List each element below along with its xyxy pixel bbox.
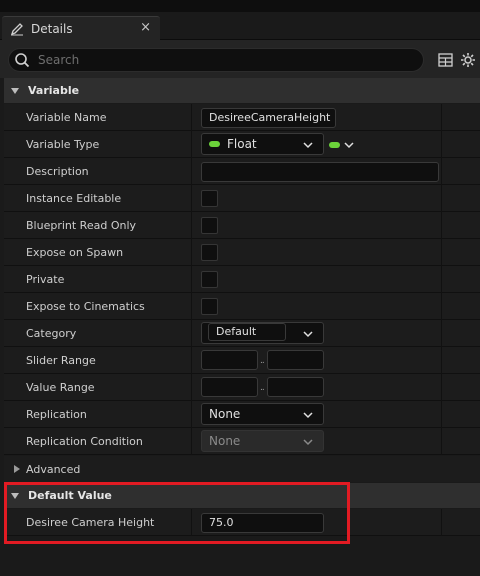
instance-editable-label: Instance Editable bbox=[26, 192, 122, 205]
top-strip bbox=[0, 0, 480, 12]
private-checkbox[interactable] bbox=[201, 271, 218, 288]
replication-condition-value: None bbox=[209, 434, 241, 448]
replication-condition-dropdown[interactable]: None bbox=[201, 430, 324, 452]
value-range-separator: .. bbox=[260, 383, 265, 393]
pencil-icon bbox=[8, 20, 26, 38]
expose-to-cinematics-label: Expose to Cinematics bbox=[26, 300, 145, 313]
instance-editable-checkbox[interactable] bbox=[201, 190, 218, 207]
row-slider-range: Slider Range .. bbox=[4, 347, 480, 374]
value-range-min-input[interactable] bbox=[201, 377, 258, 397]
section-default-value-title: Default Value bbox=[28, 489, 112, 502]
expose-on-spawn-checkbox[interactable] bbox=[201, 244, 218, 261]
chevron-down-icon bbox=[6, 87, 24, 95]
section-default-value[interactable]: Default Value bbox=[4, 483, 480, 508]
row-description: Description bbox=[4, 158, 480, 185]
replication-value: None bbox=[209, 407, 241, 421]
search-icon bbox=[12, 50, 32, 70]
tab-bar: Details × bbox=[0, 12, 480, 40]
value-range-max-input[interactable] bbox=[267, 377, 324, 397]
row-replication: Replication None bbox=[4, 401, 480, 428]
row-expose-to-cinematics: Expose to Cinematics bbox=[4, 293, 480, 320]
chevron-down-icon bbox=[344, 142, 354, 149]
expose-on-spawn-label: Expose on Spawn bbox=[26, 246, 124, 259]
section-variable[interactable]: Variable bbox=[4, 78, 480, 103]
slider-range-max-input[interactable] bbox=[267, 350, 324, 370]
replication-condition-label: Replication Condition bbox=[26, 435, 143, 448]
row-variable-type: Variable Type Float bbox=[4, 131, 480, 158]
private-label: Private bbox=[26, 273, 65, 286]
section-advanced-title: Advanced bbox=[26, 462, 81, 476]
variable-name-label: Variable Name bbox=[26, 111, 107, 124]
row-blueprint-read-only: Blueprint Read Only bbox=[4, 212, 480, 239]
search-input[interactable] bbox=[38, 53, 408, 67]
replication-dropdown[interactable]: None bbox=[201, 403, 324, 425]
variable-rows: Variable Name DesireeCameraHeight Variab… bbox=[4, 104, 480, 455]
default-value-rows: Desiree Camera Height 75.0 bbox=[4, 509, 480, 536]
slider-range-min-input[interactable] bbox=[201, 350, 258, 370]
desiree-camera-height-label: Desiree Camera Height bbox=[26, 516, 155, 529]
blueprint-read-only-checkbox[interactable] bbox=[201, 217, 218, 234]
tab-details[interactable]: Details × bbox=[2, 16, 160, 40]
category-dropdown[interactable]: Default bbox=[201, 322, 324, 344]
section-advanced[interactable]: Advanced bbox=[4, 456, 480, 482]
search-row bbox=[0, 40, 480, 78]
row-value-range: Value Range .. bbox=[4, 374, 480, 401]
chevron-down-icon bbox=[303, 439, 313, 446]
table-icon[interactable] bbox=[436, 51, 454, 69]
chevron-down-icon bbox=[6, 492, 24, 500]
row-expose-on-spawn: Expose on Spawn bbox=[4, 239, 480, 266]
variable-type-value: Float bbox=[227, 137, 257, 151]
row-replication-condition: Replication Condition None bbox=[4, 428, 480, 455]
chevron-down-icon bbox=[303, 142, 313, 149]
close-icon[interactable]: × bbox=[140, 20, 151, 35]
row-variable-name: Variable Name DesireeCameraHeight bbox=[4, 104, 480, 131]
row-desiree-camera-height: Desiree Camera Height 75.0 bbox=[4, 509, 480, 536]
blueprint-read-only-label: Blueprint Read Only bbox=[26, 219, 137, 232]
variable-type-label: Variable Type bbox=[26, 138, 100, 151]
search-box[interactable] bbox=[8, 48, 424, 72]
variable-type-dropdown[interactable]: Float bbox=[201, 133, 324, 155]
desiree-camera-height-input[interactable]: 75.0 bbox=[201, 513, 324, 533]
description-input[interactable] bbox=[201, 162, 439, 182]
description-label: Description bbox=[26, 165, 89, 178]
replication-label: Replication bbox=[26, 408, 87, 421]
row-instance-editable: Instance Editable bbox=[4, 185, 480, 212]
chevron-right-icon bbox=[8, 464, 26, 474]
value-range-fields: .. bbox=[201, 374, 331, 401]
slider-range-separator: .. bbox=[260, 356, 265, 366]
slider-range-label: Slider Range bbox=[26, 354, 96, 367]
chevron-down-icon bbox=[303, 412, 313, 419]
variable-name-input[interactable]: DesireeCameraHeight bbox=[201, 108, 336, 128]
chevron-down-icon bbox=[303, 331, 313, 338]
category-input[interactable]: Default bbox=[208, 323, 286, 341]
single-container-icon bbox=[329, 142, 340, 148]
row-private: Private bbox=[4, 266, 480, 293]
slider-range-fields: .. bbox=[201, 347, 331, 374]
container-type-dropdown[interactable] bbox=[329, 138, 357, 152]
float-pin-icon bbox=[209, 141, 220, 147]
gear-icon[interactable] bbox=[459, 51, 477, 69]
expose-to-cinematics-checkbox[interactable] bbox=[201, 298, 218, 315]
tab-title: Details bbox=[31, 21, 73, 36]
value-range-label: Value Range bbox=[26, 381, 95, 394]
row-category: Category Default bbox=[4, 320, 480, 347]
section-variable-title: Variable bbox=[28, 84, 80, 97]
category-label: Category bbox=[26, 327, 77, 340]
